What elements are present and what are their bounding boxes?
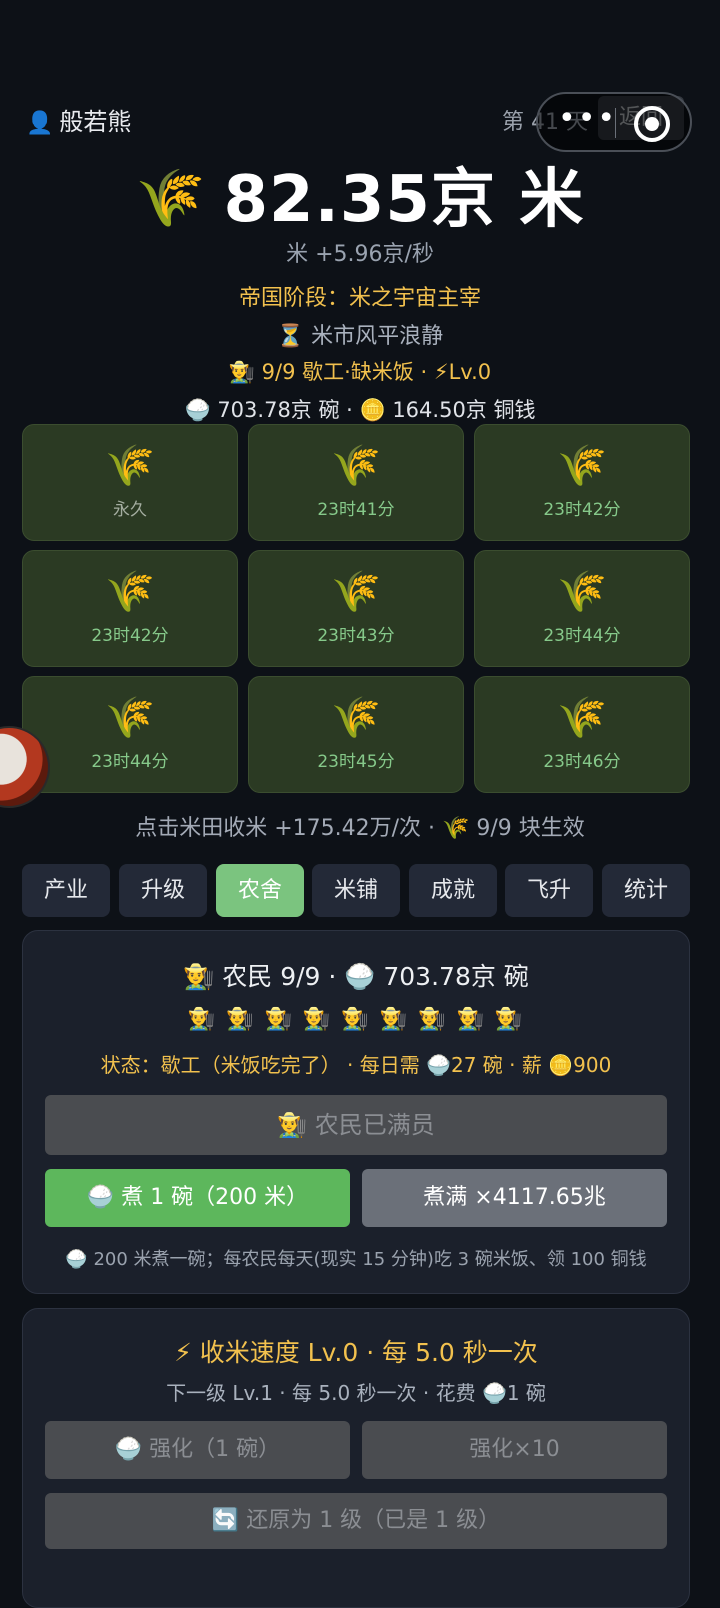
farmhouse-note: 🍚 200 米煮一碗；每农民每天(现实 15 分钟)吃 3 碗米饭、领 100 … bbox=[65, 1249, 647, 1270]
speed-card: ⚡ 收米速度 Lv.0 · 每 5.0 秒一次 下一级 Lv.1 · 每 5.0… bbox=[22, 1308, 690, 1608]
upgrade-one-button[interactable]: 🍚 强化（1 碗） bbox=[45, 1421, 350, 1479]
more-icon[interactable]: ••• bbox=[558, 104, 617, 134]
field-timer: 23时44分 bbox=[543, 626, 621, 646]
farmers-row: 👨‍🌾 👨‍🌾 👨‍🌾 👨‍🌾 👨‍🌾 👨‍🌾 👨‍🌾 👨‍🌾 👨‍🌾 bbox=[187, 1007, 525, 1032]
rice-field[interactable]: 🌾 23时44分 bbox=[474, 550, 690, 667]
field-timer: 23时41分 bbox=[317, 500, 395, 520]
rice-field[interactable]: 🌾 23时42分 bbox=[22, 550, 238, 667]
field-timer: 23时43分 bbox=[317, 626, 395, 646]
farmhouse-status: 状态：歇工（米饭吃完了） · 每日需 🍚27 碗 · 薪 🪙900 bbox=[100, 1053, 612, 1077]
cook-one-button[interactable]: 🍚 煮 1 碗（200 米） bbox=[45, 1169, 350, 1227]
empire-stage: 帝国阶段：米之宇宙主宰 bbox=[238, 286, 481, 311]
rice-field[interactable]: 🌾 23时44分 bbox=[22, 676, 238, 793]
rice-icon: 🌾 bbox=[105, 569, 155, 615]
field-timer: 23时42分 bbox=[543, 500, 621, 520]
user-profile[interactable]: 👤 般若熊 bbox=[26, 102, 131, 137]
rice-icon: 🌾 bbox=[557, 569, 607, 615]
farmhouse-card: 👨‍🌾 农民 9/9 · 🍚 703.78京 碗 👨‍🌾 👨‍🌾 👨‍🌾 👨‍🌾… bbox=[22, 930, 690, 1294]
capsule-divider bbox=[615, 108, 616, 138]
tab-industry[interactable]: 产业 bbox=[22, 864, 110, 917]
click-info: 点击米田收米 +175.42万/次 · 🌾 9/9 块生效 bbox=[135, 816, 585, 841]
farmers-full-button[interactable]: 👨‍🌾 农民已满员 bbox=[45, 1095, 667, 1155]
tab-stats[interactable]: 统计 bbox=[602, 864, 690, 917]
market-status: ⏳ 米市风平浪静 bbox=[276, 324, 444, 349]
farmers-status: 👨‍🌾 9/9 歇工·缺米饭 · ⚡Lv.0 bbox=[228, 360, 492, 384]
miniprogram-capsule: ••• bbox=[536, 92, 692, 152]
farmhouse-title: 👨‍🌾 农民 9/9 · 🍚 703.78京 碗 bbox=[183, 962, 529, 991]
tab-ascend[interactable]: 飞升 bbox=[505, 864, 593, 917]
tab-rice-shop[interactable]: 米铺 bbox=[312, 864, 400, 917]
field-timer: 永久 bbox=[113, 500, 147, 520]
rice-icon: 🌾 bbox=[331, 443, 381, 489]
tab-upgrade[interactable]: 升级 bbox=[119, 864, 207, 917]
field-timer: 23时42分 bbox=[91, 626, 169, 646]
rice-icon: 🌾 bbox=[105, 443, 155, 489]
rice-icon: 🌾 bbox=[557, 695, 607, 741]
speed-next-level: 下一级 Lv.1 · 每 5.0 秒一次 · 花费 🍚1 碗 bbox=[166, 1381, 546, 1405]
rice-field[interactable]: 🌾 23时42分 bbox=[474, 424, 690, 541]
tab-farmhouse[interactable]: 农舍 bbox=[216, 864, 304, 917]
cook-full-button[interactable]: 煮满 ×4117.65兆 bbox=[362, 1169, 667, 1227]
rice-field[interactable]: 🌾 23时43分 bbox=[248, 550, 464, 667]
tab-bar: 产业 升级 农舍 米铺 成就 飞升 统计 bbox=[22, 864, 690, 917]
user-icon: 👤 bbox=[26, 111, 54, 136]
tab-achievements[interactable]: 成就 bbox=[409, 864, 497, 917]
rice-amount: 82.35京 米 bbox=[223, 163, 585, 237]
rice-field[interactable]: 🌾 23时41分 bbox=[248, 424, 464, 541]
rice-icon: 🌾 bbox=[105, 695, 155, 741]
field-timer: 23时44分 bbox=[91, 752, 169, 772]
rice-icon: 🌾 bbox=[331, 695, 381, 741]
rice-total: 🌾 82.35京 米 bbox=[0, 148, 720, 240]
username: 般若熊 bbox=[59, 108, 132, 136]
upgrade-ten-button[interactable]: 强化×10 bbox=[362, 1421, 667, 1479]
resources-line: 🍚 703.78京 碗 · 🪙 164.50京 铜钱 bbox=[184, 398, 536, 422]
rice-field[interactable]: 🌾 23时46分 bbox=[474, 676, 690, 793]
reset-level-button[interactable]: 🔄 还原为 1 级（已是 1 级） bbox=[45, 1493, 667, 1549]
rice-icon: 🌾 bbox=[557, 443, 607, 489]
speed-title: ⚡ 收米速度 Lv.0 · 每 5.0 秒一次 bbox=[174, 1338, 538, 1367]
rice-icon: 🌾 bbox=[331, 569, 381, 615]
rice-rate: 米 +5.96京/秒 bbox=[286, 242, 434, 267]
field-timer: 23时45分 bbox=[317, 752, 395, 772]
close-miniprogram-icon[interactable] bbox=[634, 106, 670, 142]
rice-icon: 🌾 bbox=[135, 166, 206, 231]
rice-field[interactable]: 🌾 永久 bbox=[22, 424, 238, 541]
field-timer: 23时46分 bbox=[543, 752, 621, 772]
rice-field[interactable]: 🌾 23时45分 bbox=[248, 676, 464, 793]
